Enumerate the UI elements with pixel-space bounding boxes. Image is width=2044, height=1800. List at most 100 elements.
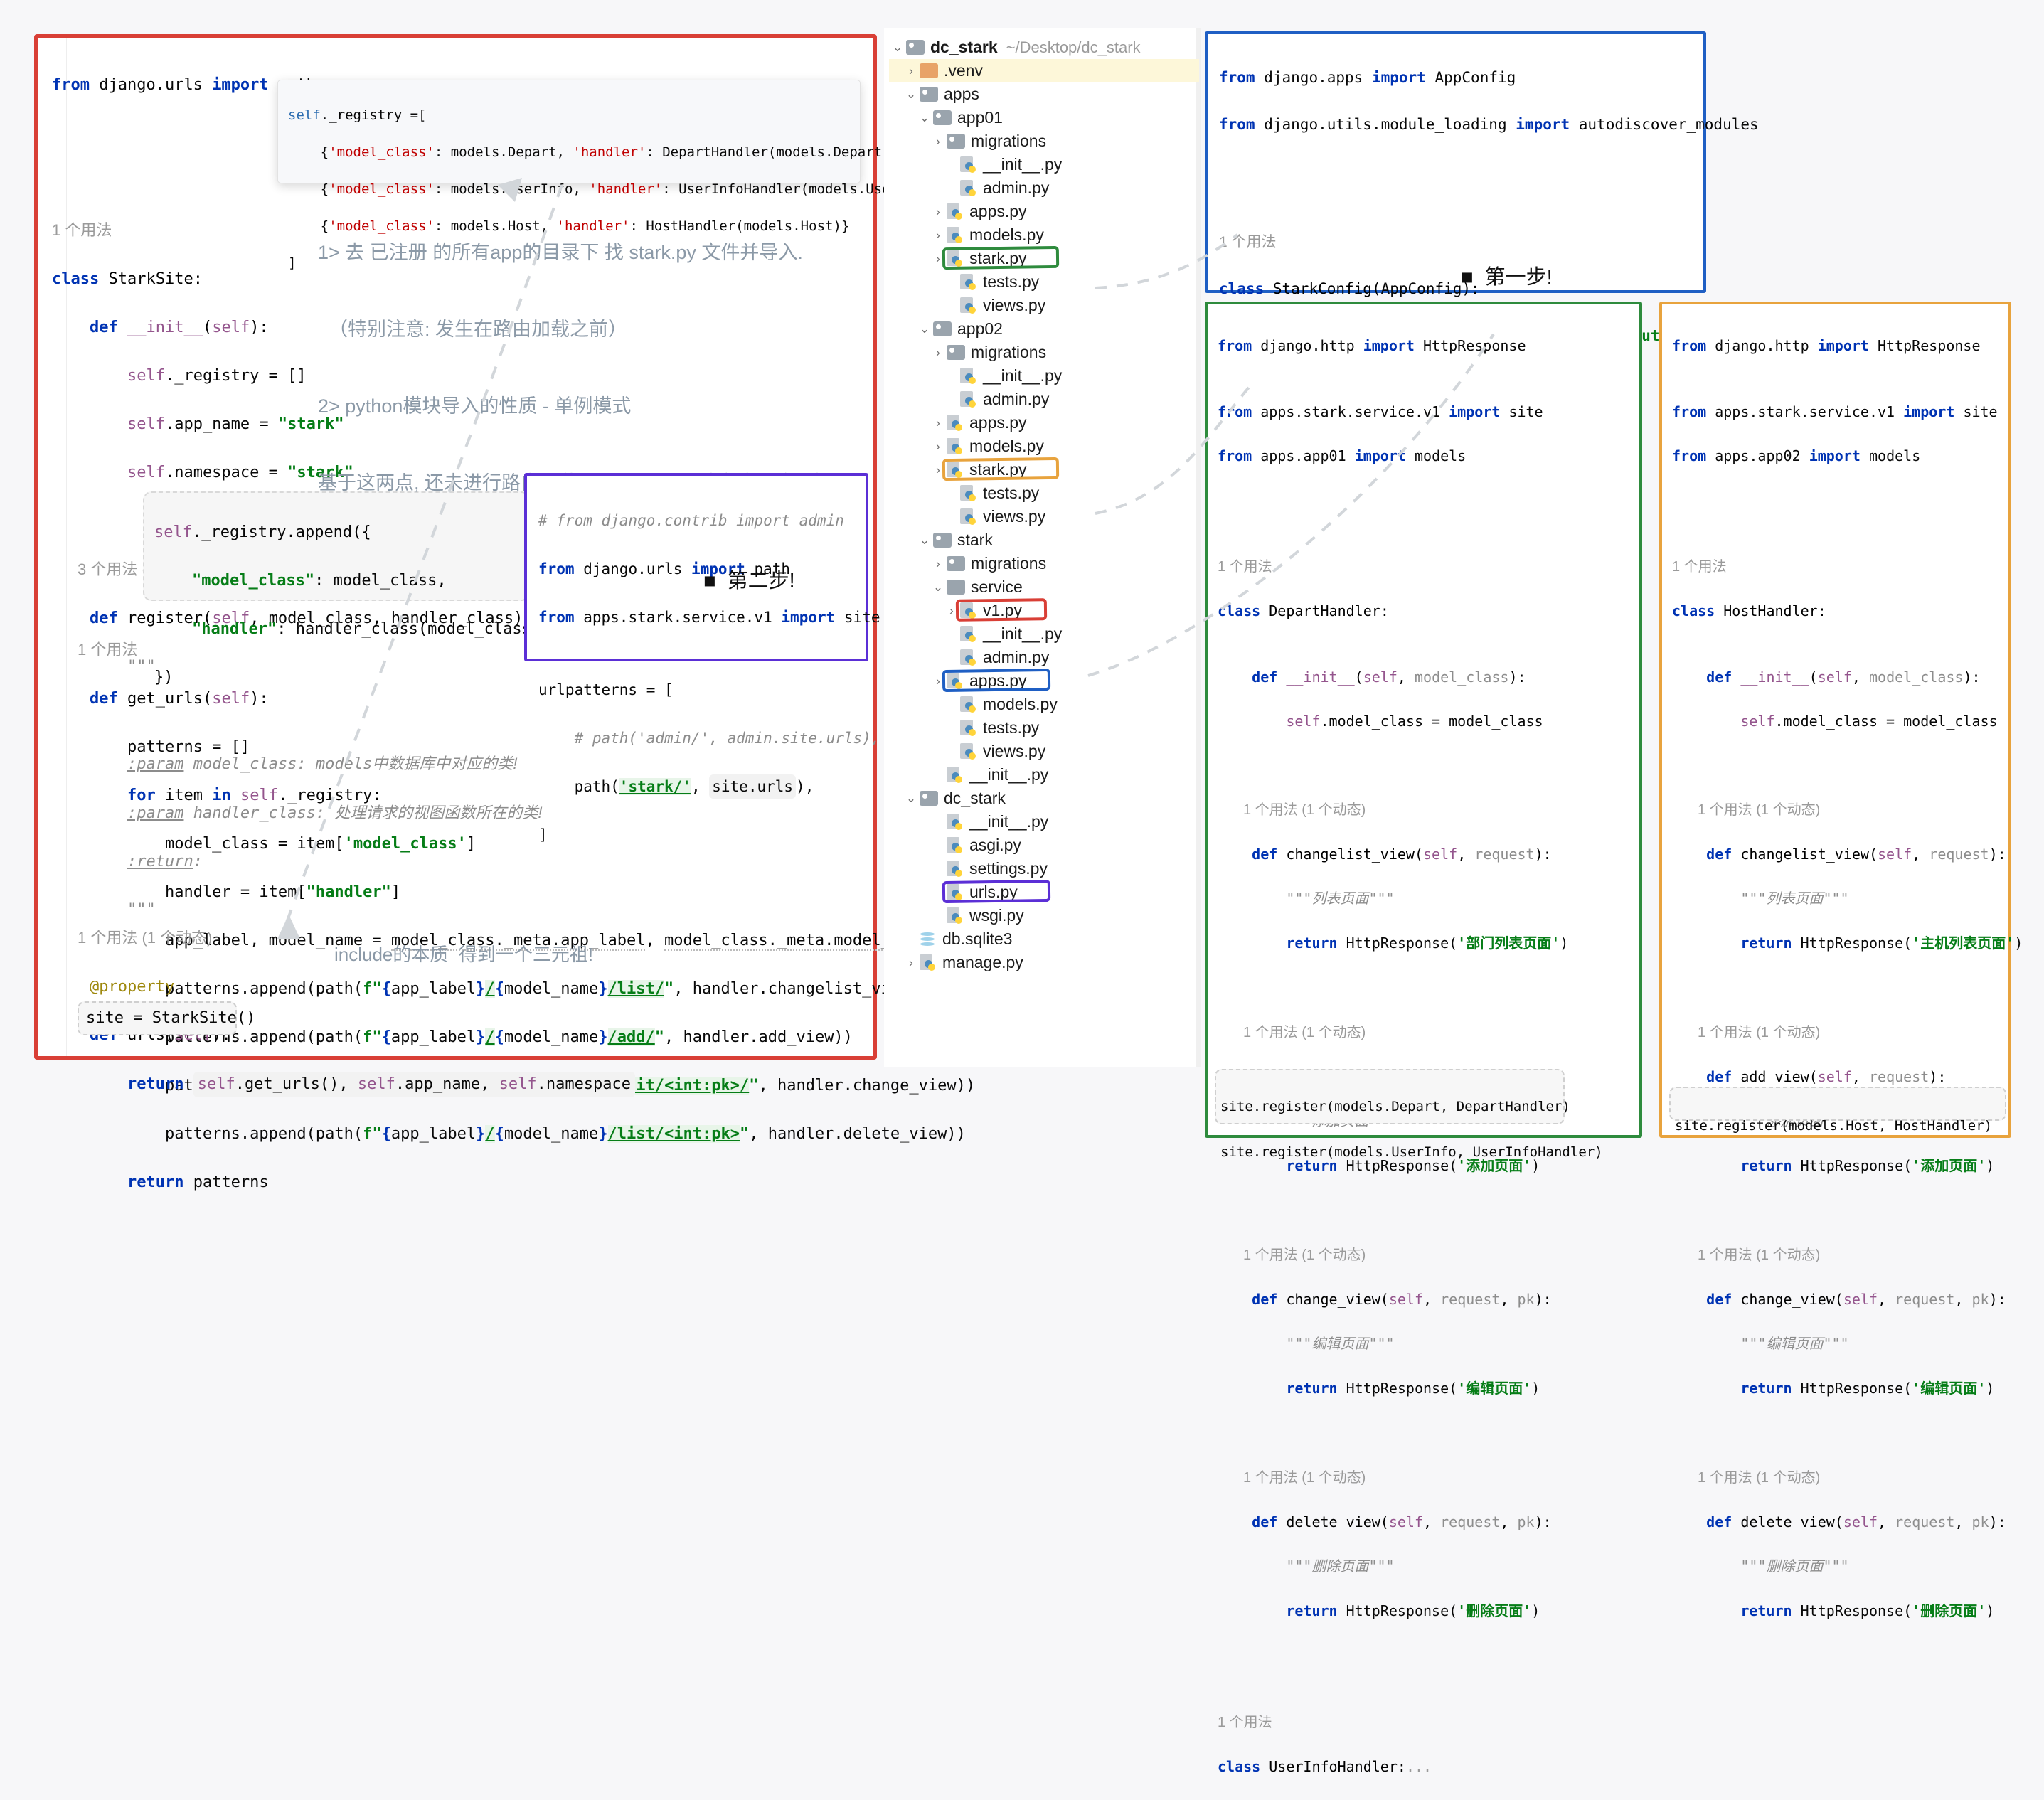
app01-register-code: site.register(models.Depart, DepartHandl…: [1220, 1072, 1603, 1186]
tree-row-admin-py[interactable]: admin.py: [889, 646, 1199, 669]
tree-row-tests-py[interactable]: tests.py: [889, 716, 1199, 740]
file-tree[interactable]: ⌄ dc_stark ~/Desktop/dc_stark › .venv ⌄ app…: [889, 36, 1199, 974]
tree-item-label: __init__.py: [969, 812, 1049, 831]
tree-row-stark-py[interactable]: › stark.py: [889, 457, 1199, 481]
chevron-right-icon[interactable]: ›: [930, 557, 947, 571]
chevron-down-icon[interactable]: ⌄: [930, 580, 947, 595]
tree-item-label: .venv: [944, 61, 983, 80]
tree-row-views-py[interactable]: views.py: [889, 294, 1199, 317]
folder-icon: [920, 63, 938, 78]
tree-row-urls-py[interactable]: urls.py: [889, 879, 1199, 904]
code-line: path('stark/', site.urls),: [538, 774, 814, 799]
code-line: """编辑页面""": [1740, 1335, 1849, 1352]
chevron-right-icon[interactable]: ›: [930, 252, 947, 266]
chevron-down-icon[interactable]: ⌄: [916, 533, 933, 548]
code-line: def delete_view(self, request, pk):: [1252, 1513, 1552, 1530]
tree-row-tests-py[interactable]: tests.py: [889, 481, 1199, 505]
tree-row-views-py[interactable]: views.py: [889, 740, 1199, 763]
chevron-right-icon[interactable]: ›: [930, 346, 947, 360]
tree-item-label: __init__.py: [969, 765, 1049, 784]
chevron-right-icon[interactable]: ›: [930, 134, 947, 149]
tree-row-settings-py[interactable]: settings.py: [889, 857, 1199, 880]
tree-row-tests-py[interactable]: tests.py: [889, 270, 1199, 294]
tree-row---init---py[interactable]: __init__.py: [889, 153, 1199, 176]
chevron-right-icon[interactable]: ›: [903, 64, 920, 78]
code-line: class StarkConfig(AppConfig):: [1219, 280, 1480, 297]
tree-item-label: models.py: [969, 437, 1044, 455]
tree-row-stark-py[interactable]: › stark.py: [889, 245, 1199, 270]
chevron-down-icon[interactable]: ⌄: [903, 792, 920, 806]
python-file-icon: [960, 156, 977, 174]
tree-row-migrations[interactable]: › migrations: [889, 552, 1199, 575]
code-line: from apps.stark.service.v1 import site: [1218, 403, 1543, 420]
folder-icon: [920, 791, 938, 806]
chevron-right-icon[interactable]: ›: [930, 463, 947, 477]
tree-item-label: tests.py: [983, 718, 1040, 737]
chevron-right-icon[interactable]: ›: [903, 956, 920, 970]
python-file-icon: [947, 907, 964, 925]
chevron-right-icon[interactable]: ›: [943, 604, 960, 618]
code-line: def __init__(self, model_class):: [1706, 669, 1981, 686]
tree-row-db-sqlite3[interactable]: db.sqlite3: [889, 927, 1199, 951]
tree-row-app01[interactable]: ⌄ app01: [889, 106, 1199, 129]
tree-row-service[interactable]: ⌄ service: [889, 575, 1199, 599]
tree-row-dc-stark[interactable]: ⌄ dc_stark: [889, 787, 1199, 810]
folder-icon: [933, 321, 952, 336]
code-line: from django.http import HttpResponse: [1218, 337, 1526, 354]
tree-row-stark[interactable]: ⌄ stark: [889, 528, 1199, 552]
folder-icon: [906, 40, 925, 55]
tree-item-label: models.py: [983, 695, 1058, 713]
python-file-icon: [947, 883, 964, 901]
tree-row-v1-py[interactable]: › v1.py: [889, 598, 1199, 622]
tree-row-admin-py[interactable]: admin.py: [889, 388, 1199, 411]
tree-row-models-py[interactable]: models.py: [889, 693, 1199, 716]
chevron-down-icon[interactable]: ⌄: [916, 322, 933, 336]
code-line: def delete_view(self, request, pk):: [1706, 1513, 2006, 1530]
tree-row-apps-py[interactable]: › apps.py: [889, 668, 1199, 693]
tree-row---init---py[interactable]: __init__.py: [889, 763, 1199, 787]
code-line: from apps.stark.service.v1 import site: [1672, 403, 1998, 420]
tree-row-app02[interactable]: ⌄ app02: [889, 317, 1199, 341]
code-line: return HttpResponse('部门列表页面'): [1286, 934, 1569, 952]
chevron-right-icon[interactable]: ›: [930, 440, 947, 454]
code-line: patterns = []: [127, 738, 250, 756]
folder-icon: [920, 87, 938, 102]
chevron-down-icon[interactable]: ⌄: [889, 41, 906, 55]
tree-row-migrations[interactable]: › migrations: [889, 129, 1199, 153]
chevron-right-icon[interactable]: ›: [930, 205, 947, 219]
tree-row-apps[interactable]: ⌄ apps: [889, 82, 1199, 106]
tree-row---init---py[interactable]: __init__.py: [889, 622, 1199, 646]
tree-row-models-py[interactable]: › models.py: [889, 223, 1199, 247]
python-file-icon: [947, 813, 964, 831]
chevron-right-icon[interactable]: ›: [930, 416, 947, 430]
tree-item-label: wsgi.py: [969, 906, 1024, 925]
tree-row-models-py[interactable]: › models.py: [889, 435, 1199, 458]
code-line: def __init__(self):: [89, 319, 269, 336]
code-line: # path('admin/', admin.site.urls),: [538, 730, 880, 747]
tree-item-label: models.py: [969, 225, 1044, 244]
tree-row-apps-py[interactable]: › apps.py: [889, 411, 1199, 435]
python-file-icon: [960, 602, 977, 619]
chevron-right-icon[interactable]: ›: [930, 674, 947, 688]
tree-row---init---py[interactable]: __init__.py: [889, 810, 1199, 834]
tree-row-root[interactable]: ⌄ dc_stark ~/Desktop/dc_stark: [889, 36, 1199, 59]
tree-row-migrations[interactable]: › migrations: [889, 341, 1199, 364]
tree-row-asgi-py[interactable]: asgi.py: [889, 834, 1199, 857]
tree-item-label: app01: [957, 108, 1003, 127]
chevron-down-icon[interactable]: ⌄: [903, 87, 920, 102]
chevron-right-icon[interactable]: ›: [930, 228, 947, 243]
tree-row---init---py[interactable]: __init__.py: [889, 364, 1199, 388]
app02-stark-py-box: from django.http import HttpResponse fro…: [1659, 302, 2023, 1619]
code-line: class StarkSite:: [52, 270, 203, 288]
tree-row-views-py[interactable]: views.py: [889, 505, 1199, 528]
tree-row-apps-py[interactable]: › apps.py: [889, 200, 1199, 223]
tree-row-admin-py[interactable]: admin.py: [889, 176, 1199, 200]
chevron-down-icon[interactable]: ⌄: [916, 111, 933, 125]
python-file-icon: [947, 437, 964, 455]
tree-row-wsgi-py[interactable]: wsgi.py: [889, 904, 1199, 927]
code-line: from django.urls import path: [52, 76, 316, 94]
tree-row--venv[interactable]: › .venv: [889, 59, 1199, 82]
code-line: patterns.append(path(f"{app_label}/{mode…: [164, 1125, 966, 1143]
tree-row-manage-py[interactable]: › manage.py: [889, 951, 1199, 974]
code-line: from apps.app01 import models: [1218, 447, 1467, 464]
